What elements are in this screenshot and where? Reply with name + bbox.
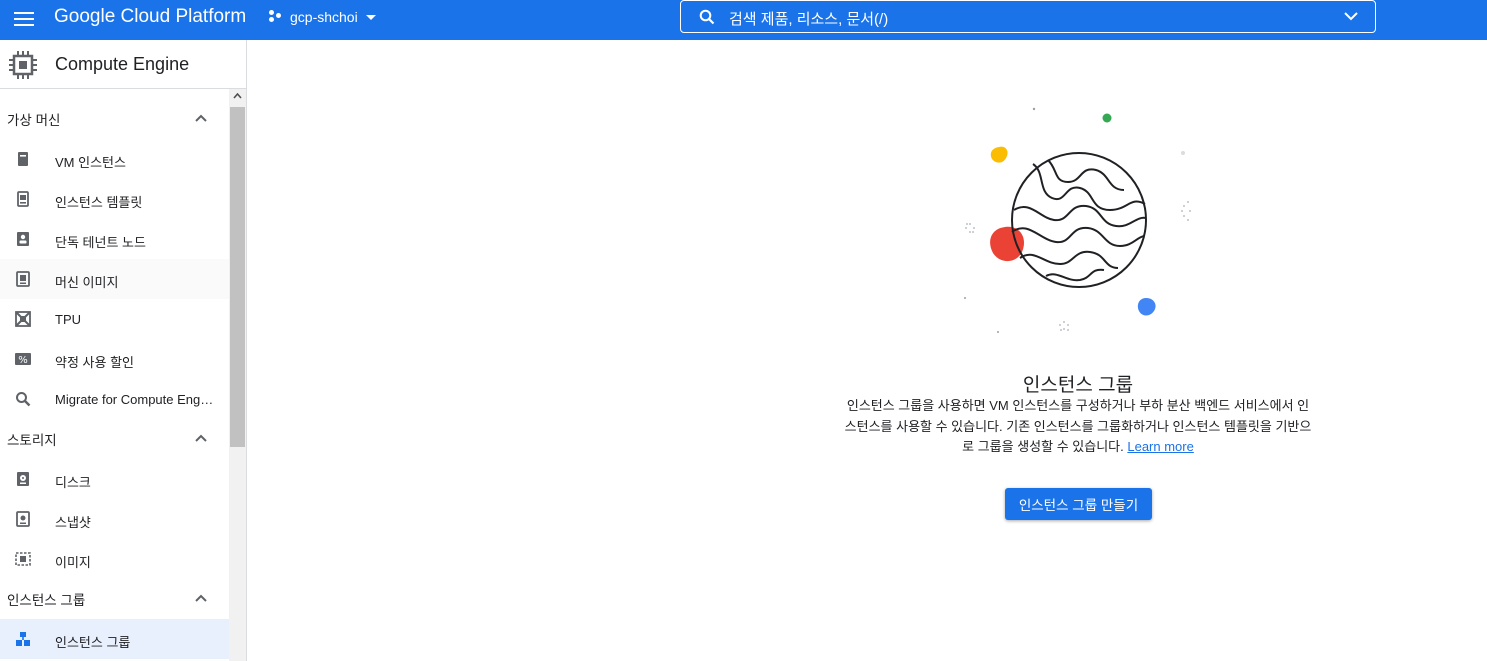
- brand-title[interactable]: Google Cloud Platform: [54, 6, 246, 28]
- sidebar-item-tpu[interactable]: TPU: [0, 299, 229, 339]
- section-label: 인스턴스 그룹: [7, 593, 86, 608]
- top-app-bar: Google Cloud Platform gcp-shchoi 검색 제품, …: [0, 0, 1487, 40]
- compute-engine-icon: [9, 51, 37, 79]
- illustration-dot: [964, 297, 966, 299]
- sidebar-item-committed-use-discounts[interactable]: % 약정 사용 할인: [0, 339, 229, 379]
- sidebar-scrollbar[interactable]: [229, 89, 246, 661]
- illustration-blue-blob: [1137, 298, 1156, 316]
- sidebar-item-vm-instances[interactable]: VM 인스턴스: [0, 139, 229, 179]
- illustration-dot: [997, 331, 999, 333]
- project-selector[interactable]: gcp-shchoi: [268, 6, 376, 28]
- sidebar-item-label: 이미지: [55, 555, 91, 570]
- illustration-yellow-blob: [990, 146, 1008, 163]
- search-icon: [16, 392, 31, 407]
- scroll-up-icon[interactable]: [233, 93, 242, 99]
- vm-instance-icon: [18, 152, 28, 166]
- search-icon: [699, 9, 715, 25]
- illustration-dot: [1032, 107, 1036, 111]
- sidebar-item-label: 단독 테넌트 노드: [55, 235, 146, 250]
- section-virtual-machines[interactable]: 가상 머신: [0, 99, 229, 139]
- instance-group-icon: [16, 632, 30, 646]
- sidebar-item-label: 인스턴스 템플릿: [55, 195, 143, 210]
- sidebar-item-snapshots[interactable]: 스냅샷: [0, 499, 229, 539]
- chevron-up-icon[interactable]: [195, 114, 207, 122]
- sidebar-item-label: Migrate for Compute Engine: [55, 392, 215, 407]
- svg-text:%: %: [18, 355, 28, 366]
- sole-tenant-icon: [17, 232, 29, 246]
- sidebar-item-label: 스냅샷: [55, 515, 91, 530]
- learn-more-link[interactable]: Learn more: [1127, 439, 1193, 454]
- sidebar-item-instance-groups[interactable]: 인스턴스 그룹: [0, 619, 229, 659]
- section-label: 가상 머신: [7, 113, 61, 128]
- search-input[interactable]: 검색 제품, 리소스, 문서(/): [680, 0, 1376, 33]
- section-instance-groups[interactable]: 인스턴스 그룹: [0, 579, 229, 619]
- chevron-up-icon[interactable]: [195, 434, 207, 442]
- section-label: 스토리지: [7, 433, 57, 448]
- sidebar-item-machine-images[interactable]: 머신 이미지: [0, 259, 229, 299]
- sidebar-item-images[interactable]: 이미지: [0, 539, 229, 579]
- sidebar-item-disks[interactable]: 디스크: [0, 459, 229, 499]
- illustration-green-dot: [1102, 113, 1112, 123]
- project-icon: [268, 10, 284, 24]
- sidebar-item-sole-tenant-nodes[interactable]: 단독 테넌트 노드: [0, 219, 229, 259]
- empty-state-description: 인스턴스 그룹을 사용하면 VM 인스턴스를 구성하거나 부하 분산 백엔드 서…: [843, 396, 1313, 458]
- chevron-down-icon[interactable]: [1343, 10, 1359, 22]
- template-icon: [17, 191, 29, 207]
- disk-icon: [17, 472, 29, 486]
- create-instance-group-button[interactable]: 인스턴스 그룹 만들기: [1005, 488, 1152, 520]
- image-icon: [15, 552, 31, 566]
- percent-icon: %: [15, 353, 31, 366]
- sidebar-header: Compute Engine: [0, 40, 246, 89]
- sidebar-item-label: VM 인스턴스: [55, 155, 126, 170]
- description-text: 인스턴스 그룹을 사용하면 VM 인스턴스를 구성하거나 부하 분산 백엔드 서…: [844, 398, 1312, 454]
- sidebar-item-label: 인스턴스 그룹: [55, 635, 131, 650]
- illustration-globe: [1011, 152, 1147, 288]
- dropdown-caret-icon: [365, 14, 376, 20]
- sidebar: Compute Engine 가상 머신 VM 인스턴스 인스턴스 템플릿 단독…: [0, 40, 247, 661]
- tpu-icon: [15, 311, 31, 327]
- illustration-red-blob: [990, 226, 1025, 262]
- sidebar-item-migrate-for-compute-engine[interactable]: Migrate for Compute Engine: [0, 379, 229, 419]
- snapshot-icon: [16, 511, 30, 527]
- sidebar-item-label: 약정 사용 할인: [55, 355, 134, 370]
- scrollbar-thumb[interactable]: [230, 107, 245, 447]
- illustration-dot: [1181, 151, 1185, 155]
- sidebar-item-instance-templates[interactable]: 인스턴스 템플릿: [0, 179, 229, 219]
- illustration-sparkle: [965, 201, 1191, 331]
- product-title: Compute Engine: [55, 54, 190, 74]
- machine-image-icon: [16, 271, 30, 287]
- chevron-up-icon[interactable]: [195, 594, 207, 602]
- empty-state-title: 인스턴스 그룹: [1022, 375, 1134, 396]
- sidebar-nav: 가상 머신 VM 인스턴스 인스턴스 템플릿 단독 테넌트 노드 머신 이미지 …: [0, 99, 229, 659]
- section-storage[interactable]: 스토리지: [0, 419, 229, 459]
- menu-icon[interactable]: [12, 8, 36, 32]
- sidebar-item-label: TPU: [55, 312, 81, 327]
- project-name: gcp-shchoi: [290, 9, 358, 25]
- sidebar-item-label: 머신 이미지: [55, 275, 119, 290]
- search-placeholder: 검색 제품, 리소스, 문서(/): [729, 11, 889, 28]
- sidebar-item-label: 디스크: [55, 475, 91, 490]
- instance-group-illustration: [964, 107, 1191, 333]
